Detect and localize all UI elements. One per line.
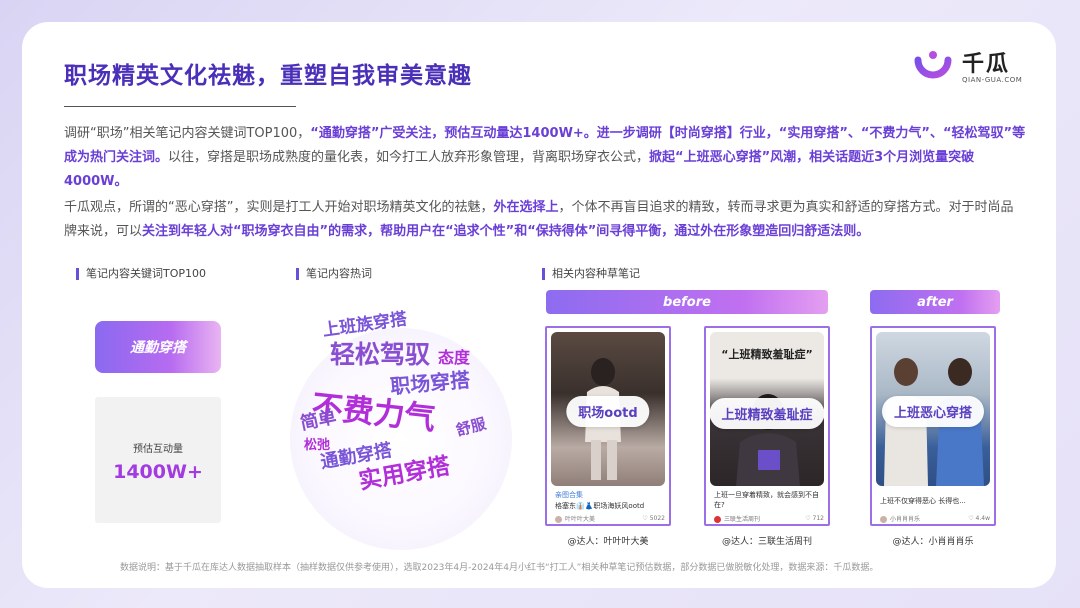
note-meta-1: 叶叶叶大美 ♡ 5022 [555, 514, 665, 523]
note-card-1[interactable]: 职场ootd 亲图合集 格塞东👔👗职场海妖风ootd 叶叶叶大美 ♡ 5022 [545, 326, 671, 526]
intro-paragraph-2: 千瓜观点，所谓的“恶心穿搭”，实则是打工人开始对职场精英文化的祛魅，外在选择上，… [64, 196, 1026, 244]
note-caption-1: 格塞东👔👗职场海妖风ootd [555, 502, 645, 510]
stat-value: 1400W+ [113, 461, 203, 483]
qiangua-logo: 千瓜 QIAN-GUA.COM [912, 46, 1032, 92]
page-title: 职场精英文化祛魅，重塑自我审美意趣 [64, 63, 472, 89]
heart-icon: ♡ [642, 515, 648, 522]
intro-text: 调研“职场”相关笔记内容关键词TOP100， [64, 126, 311, 141]
note-likes: 712 [812, 515, 824, 522]
note-meta-3: 小肖肖肖乐 ♡ 4.4w [880, 514, 990, 523]
notes-section-label: 相关内容种草笔记 [542, 268, 640, 280]
avatar [880, 516, 887, 523]
note-image-1: 职场ootd [551, 332, 665, 486]
intro-paragraph-1: 调研“职场”相关笔记内容关键词TOP100，“通勤穿搭”广受关注，预估互动量达1… [64, 122, 1026, 194]
avatar [714, 516, 721, 523]
note-caption-3: 上班不仅穿得恶心 长得也... [880, 497, 966, 505]
before-banner: before [546, 290, 828, 314]
intro-text: 千瓜观点，所谓的“恶心穿搭”，实则是打工人开始对职场精英文化的祛魅， [64, 200, 494, 215]
note-author-name: 三联生活周刊 [724, 516, 761, 523]
note-caption-2: 上班一旦穿着精致，就会感到不自在? [714, 491, 819, 509]
logo-subtext: QIAN-GUA.COM [962, 76, 1023, 84]
note-tag-1: 职场ootd [566, 396, 650, 427]
note-credit-3: @达人：小肖肖肖乐 [892, 537, 974, 547]
note-likes: 5022 [649, 515, 665, 522]
note-card-3[interactable]: 上班恶心穿搭 上班不仅穿得恶心 长得也... 小肖肖肖乐 ♡ 4.4w [870, 326, 996, 526]
top-keyword-badge: 通勤穿搭 [95, 321, 221, 373]
note-image-2: “上班精致羞耻症” 上班精致羞耻症 [710, 332, 824, 486]
data-footnote: 数据说明：基于千瓜在库达人数据抽取样本（抽样数据仅供参考使用），选取2023年4… [120, 563, 879, 573]
qiangua-logo-icon [914, 51, 952, 79]
note-badge-1: 亲图合集 [555, 491, 583, 499]
word-qingsong: 轻松驾驭 [330, 340, 431, 369]
note-likes: 4.4w [975, 515, 990, 522]
avatar [555, 516, 562, 523]
note-image-3: 上班恶心穿搭 [876, 332, 990, 486]
stat-label: 预估互动量 [133, 444, 183, 455]
note-card-2[interactable]: “上班精致羞耻症” 上班精致羞耻症 上班一旦穿着精致，就会感到不自在? 三联生活… [704, 326, 830, 526]
interaction-stat-box: 预估互动量 1400W+ [95, 397, 221, 523]
note-credit-2: @达人：三联生活周刊 [721, 537, 812, 547]
note-tag-3: 上班恶心穿搭 [881, 396, 985, 427]
logo-text: 千瓜 [962, 52, 1011, 77]
title-divider [64, 106, 296, 107]
wordcloud-section-label: 笔记内容热词 [296, 268, 372, 280]
note-author-name: 叶叶叶大美 [565, 516, 596, 523]
note-tag-2: 上班精致羞耻症 [710, 398, 824, 429]
keywords-section-label: 笔记内容关键词TOP100 [76, 268, 206, 280]
note-meta-2: 三联生活周刊 ♡ 712 [714, 514, 824, 523]
after-banner: after [870, 290, 1000, 314]
note-credit-1: @达人：叶叶叶大美 [567, 537, 649, 547]
heart-icon: ♡ [805, 515, 811, 522]
intro-highlight: 外在选择上 [493, 200, 559, 215]
intro-highlight: 关注到年轻人对“职场穿衣自由”的需求，帮助用户在“追求个性”和“保持得体”间寻得… [142, 224, 870, 239]
content-card: 职场精英文化祛魅，重塑自我审美意趣 千瓜 QIAN-GUA.COM 调研“职场”… [22, 22, 1056, 588]
intro-text: 以往，穿搭是职场成熟度的量化表，如今打工人放弃形象管理，背离职场穿衣公式， [168, 150, 650, 165]
heart-icon: ♡ [968, 515, 974, 522]
note-author-name: 小肖肖肖乐 [890, 516, 921, 523]
